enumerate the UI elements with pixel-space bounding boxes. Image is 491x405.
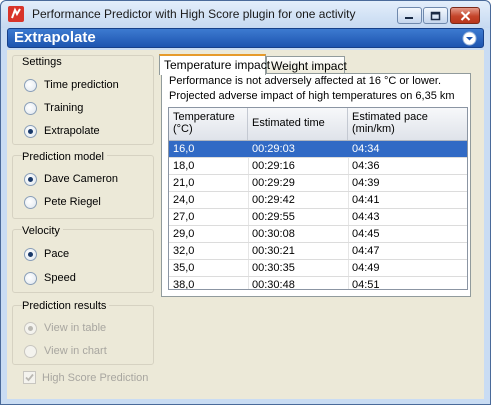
temperature-impact-panel: Performance is not adversely affected at… — [161, 73, 471, 297]
radio-label: Pace — [44, 248, 70, 260]
tab-temperature-impact[interactable]: Temperature impact — [159, 54, 270, 75]
cell-estimated-time: 00:30:08 — [252, 228, 295, 240]
radio-view-in-table[interactable]: View in table — [24, 320, 106, 336]
minimize-icon — [405, 17, 413, 19]
activity-banner: Extrapolate — [7, 28, 484, 48]
maximize-button[interactable] — [423, 7, 448, 24]
cell-estimated-pace: 04:43 — [352, 211, 380, 223]
table-row[interactable]: 27,0 00:29:55 04:43 — [169, 209, 467, 226]
app-window: Performance Predictor with High Score pl… — [0, 0, 491, 405]
radio-speed[interactable]: Speed — [24, 270, 76, 286]
cell-estimated-time: 00:29:29 — [252, 177, 295, 189]
cell-estimated-pace: 04:49 — [352, 262, 380, 274]
table-row[interactable]: 38,0 00:30:48 04:51 — [169, 277, 467, 290]
radio-label: Speed — [44, 272, 76, 284]
high-score-prediction-checkbox-row[interactable]: High Score Prediction — [23, 371, 148, 384]
velocity-group-title: Velocity — [22, 225, 63, 237]
radio-label: Pete Riegel — [44, 196, 101, 208]
tab-weight-impact[interactable]: Weight impact — [266, 56, 347, 74]
table-row[interactable]: 18,0 00:29:16 04:36 — [169, 158, 467, 175]
table-row[interactable]: 35,0 00:30:35 04:49 — [169, 260, 467, 277]
radio-button[interactable] — [24, 247, 37, 261]
cell-estimated-pace: 04:39 — [352, 177, 380, 189]
cell-estimated-pace: 04:51 — [352, 279, 380, 290]
radio-label: View in table — [44, 322, 107, 334]
cell-estimated-time: 00:30:48 — [252, 279, 295, 290]
radio-pace[interactable]: Pace — [24, 246, 69, 262]
table-row[interactable]: 24,0 00:29:42 04:41 — [169, 192, 467, 209]
cell-temperature: 35,0 — [173, 262, 195, 274]
radio-label: Dave Cameron — [44, 173, 118, 185]
cell-estimated-time: 00:30:35 — [252, 262, 295, 274]
radio-button[interactable] — [24, 101, 37, 115]
info-line-projection: Projected adverse impact of high tempera… — [169, 90, 455, 102]
header-temperature-line2: (°C) — [173, 123, 193, 135]
radio-view-in-chart[interactable]: View in chart — [24, 343, 107, 359]
header-pace-line2: (min/km) — [352, 123, 395, 135]
radio-training[interactable]: Training — [24, 100, 83, 116]
radio-label: Extrapolate — [44, 125, 100, 137]
radio-label: Time prediction — [44, 79, 119, 91]
close-icon — [460, 10, 470, 21]
header-estimated-time[interactable]: Estimated time — [248, 108, 348, 140]
minimize-button[interactable] — [397, 7, 422, 24]
radio-extrapolate[interactable]: Extrapolate — [24, 123, 100, 139]
cell-temperature: 24,0 — [173, 194, 195, 206]
settings-group-title: Settings — [22, 56, 65, 68]
prediction-model-group-title: Prediction model — [22, 151, 107, 163]
banner-title: Extrapolate — [14, 29, 96, 46]
checkmark-icon — [25, 373, 34, 382]
table-row[interactable]: 32,0 00:30:21 04:47 — [169, 243, 467, 260]
table-row[interactable]: 29,0 00:30:08 04:45 — [169, 226, 467, 243]
cell-temperature: 21,0 — [173, 177, 195, 189]
high-score-prediction-label: High Score Prediction — [42, 371, 149, 384]
cell-temperature: 29,0 — [173, 228, 195, 240]
header-temperature-line1: Temperature — [173, 111, 235, 123]
cell-estimated-time: 00:29:16 — [252, 160, 295, 172]
header-estimated-pace[interactable]: Estimated pace (min/km) — [348, 108, 467, 140]
header-temperature[interactable]: Temperature (°C) — [169, 108, 248, 140]
radio-button[interactable] — [24, 78, 37, 92]
high-score-prediction-checkbox[interactable] — [23, 371, 36, 384]
cell-estimated-time: 00:29:42 — [252, 194, 295, 206]
title-bar[interactable]: Performance Predictor with High Score pl… — [1, 1, 490, 28]
radio-button[interactable] — [24, 172, 37, 186]
cell-estimated-time: 00:29:03 — [252, 143, 295, 155]
chevron-down-circle-icon[interactable] — [462, 31, 477, 46]
app-logo-icon — [8, 6, 24, 22]
cell-estimated-pace: 04:36 — [352, 160, 380, 172]
radio-pete-riegel[interactable]: Pete Riegel — [24, 194, 101, 210]
temperature-impact-table[interactable]: Temperature (°C) Estimated time Estimate… — [168, 107, 468, 290]
cell-estimated-pace: 04:41 — [352, 194, 380, 206]
cell-temperature: 38,0 — [173, 279, 195, 290]
radio-dave-cameron[interactable]: Dave Cameron — [24, 171, 118, 187]
radio-label: Training — [44, 102, 84, 114]
cell-estimated-pace: 04:47 — [352, 245, 380, 257]
radio-button[interactable] — [24, 271, 37, 285]
table-header: Temperature (°C) Estimated time Estimate… — [169, 108, 467, 141]
window-title: Performance Predictor with High Score pl… — [32, 7, 356, 21]
cell-temperature: 32,0 — [173, 245, 195, 257]
cell-temperature: 18,0 — [173, 160, 195, 172]
cell-estimated-pace: 04:45 — [352, 228, 380, 240]
cell-estimated-time: 00:29:55 — [252, 211, 295, 223]
table-row[interactable]: 21,0 00:29:29 04:39 — [169, 175, 467, 192]
header-pace-line1: Estimated pace — [352, 111, 428, 123]
maximize-icon — [430, 11, 441, 20]
cell-temperature: 16,0 — [173, 143, 195, 155]
prediction-results-group-title: Prediction results — [22, 300, 110, 312]
radio-time-prediction[interactable]: Time prediction — [24, 77, 119, 93]
radio-button[interactable] — [24, 321, 37, 335]
info-line-threshold: Performance is not adversely affected at… — [169, 75, 441, 87]
table-row[interactable]: 16,0 00:29:03 04:34 — [169, 141, 467, 158]
radio-label: View in chart — [44, 345, 107, 357]
cell-temperature: 27,0 — [173, 211, 195, 223]
radio-button[interactable] — [24, 344, 37, 358]
cell-estimated-time: 00:30:21 — [252, 245, 295, 257]
radio-button[interactable] — [24, 124, 37, 138]
radio-button[interactable] — [24, 195, 37, 209]
close-button[interactable] — [450, 7, 480, 24]
cell-estimated-pace: 04:34 — [352, 143, 380, 155]
